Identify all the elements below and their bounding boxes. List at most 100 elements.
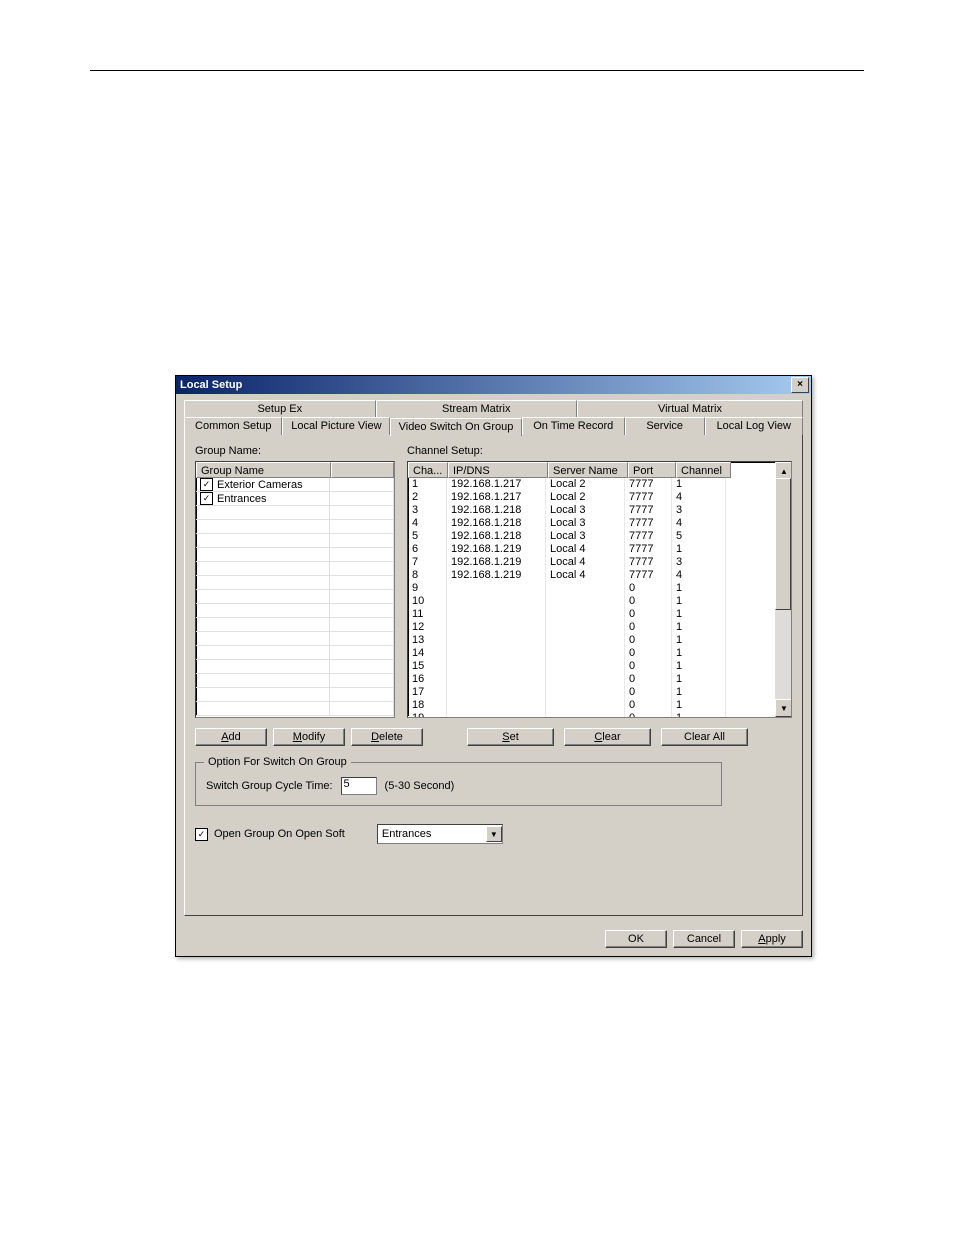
group-row[interactable]: [196, 590, 394, 604]
channel-row[interactable]: 1201: [408, 621, 775, 634]
scroll-down-icon[interactable]: ▼: [775, 699, 792, 717]
group-row[interactable]: [196, 646, 394, 660]
scroll-thumb[interactable]: [775, 478, 791, 610]
group-header-blank[interactable]: [331, 462, 394, 478]
group-row[interactable]: [196, 618, 394, 632]
chevron-down-icon[interactable]: ▼: [486, 826, 502, 842]
channel-row[interactable]: 8192.168.1.219Local 477774: [408, 569, 775, 582]
channel-row[interactable]: 3192.168.1.218Local 377773: [408, 504, 775, 517]
cell-chan: 4: [672, 491, 726, 504]
cell-port: 7777: [625, 543, 672, 556]
group-row[interactable]: [196, 604, 394, 618]
channel-row[interactable]: 1001: [408, 595, 775, 608]
channel-row[interactable]: 1701: [408, 686, 775, 699]
tab-local-log-view[interactable]: Local Log View: [705, 417, 803, 435]
cell-ip: [447, 660, 546, 673]
group-row[interactable]: [196, 632, 394, 646]
group-cell-blank: [330, 590, 394, 604]
channel-row[interactable]: 1301: [408, 634, 775, 647]
cell-ip: [447, 699, 546, 712]
apply-button[interactable]: Apply: [741, 930, 803, 948]
set-button[interactable]: Set: [467, 728, 554, 746]
channel-row[interactable]: 1101: [408, 608, 775, 621]
col-port[interactable]: Port: [628, 462, 676, 478]
group-row[interactable]: [196, 660, 394, 674]
cell-chan: 1: [672, 647, 726, 660]
cell-port: 7777: [625, 491, 672, 504]
group-cell-name: [196, 660, 330, 674]
group-row[interactable]: [196, 548, 394, 562]
cell-ip: 192.168.1.217: [447, 478, 546, 491]
tab-local-picture-view[interactable]: Local Picture View: [282, 417, 390, 435]
group-row[interactable]: [196, 562, 394, 576]
cell-chan: 1: [672, 634, 726, 647]
close-icon[interactable]: ×: [791, 377, 809, 393]
clear-button[interactable]: Clear: [564, 728, 651, 746]
tab-video-switch-on-group[interactable]: Video Switch On Group: [390, 418, 521, 436]
tab-common-setup[interactable]: Common Setup: [184, 417, 282, 435]
tab-on-time-record[interactable]: On Time Record: [522, 417, 625, 435]
channel-row[interactable]: 4192.168.1.218Local 377774: [408, 517, 775, 530]
group-cell-blank: [330, 688, 394, 702]
channel-row[interactable]: 1601: [408, 673, 775, 686]
cell-port: 7777: [625, 530, 672, 543]
cell-chan: 1: [672, 699, 726, 712]
channel-row[interactable]: 5192.168.1.218Local 377775: [408, 530, 775, 543]
tab-setup-ex[interactable]: Setup Ex: [184, 400, 376, 417]
group-header-name[interactable]: Group Name: [196, 462, 331, 478]
cell-port: 0: [625, 699, 672, 712]
tab-stream-matrix[interactable]: Stream Matrix: [376, 400, 577, 417]
group-row[interactable]: [196, 576, 394, 590]
group-cell-name: [196, 548, 330, 562]
channel-row[interactable]: 1901: [408, 712, 775, 718]
channel-row[interactable]: 1401: [408, 647, 775, 660]
group-row[interactable]: [196, 506, 394, 520]
tab-virtual-matrix[interactable]: Virtual Matrix: [577, 400, 803, 417]
channel-row[interactable]: 1801: [408, 699, 775, 712]
col-cha[interactable]: Cha...: [408, 462, 448, 478]
open-group-select[interactable]: Entrances ▼: [377, 824, 503, 844]
group-cell-blank: [330, 576, 394, 590]
cell-cha: 13: [408, 634, 447, 647]
cycle-time-input[interactable]: 5: [341, 777, 377, 795]
group-row[interactable]: [196, 534, 394, 548]
group-name-list[interactable]: Group Name ✓Exterior Cameras ✓Entrances: [195, 461, 395, 718]
channel-row[interactable]: 1501: [408, 660, 775, 673]
group-row[interactable]: ✓Entrances: [196, 492, 394, 506]
col-ipdns[interactable]: IP/DNS: [448, 462, 548, 478]
group-row[interactable]: [196, 674, 394, 688]
channel-row[interactable]: 1192.168.1.217Local 277771: [408, 478, 775, 491]
page-divider: [90, 70, 864, 71]
channel-table[interactable]: Cha... IP/DNS Server Name Port Channel 1…: [407, 461, 792, 718]
cell-port: 0: [625, 621, 672, 634]
channel-row[interactable]: 6192.168.1.219Local 477771: [408, 543, 775, 556]
cell-port: 0: [625, 647, 672, 660]
channel-row[interactable]: 901: [408, 582, 775, 595]
group-checkbox[interactable]: ✓: [200, 492, 213, 505]
group-cell-blank: [330, 604, 394, 618]
channel-row[interactable]: 2192.168.1.217Local 277774: [408, 491, 775, 504]
group-row[interactable]: ✓Exterior Cameras: [196, 478, 394, 492]
modify-button[interactable]: Modify: [273, 728, 345, 746]
add-button[interactable]: Add: [195, 728, 267, 746]
tab-service[interactable]: Service: [625, 417, 705, 435]
ok-button[interactable]: OK: [605, 930, 667, 948]
cell-chan: 5: [672, 530, 726, 543]
col-channel[interactable]: Channel: [676, 462, 731, 478]
group-cell-name: [196, 688, 330, 702]
cell-srv: [546, 699, 625, 712]
group-cell-blank: [330, 478, 394, 492]
clear-all-button[interactable]: Clear All: [661, 728, 748, 746]
group-row[interactable]: [196, 702, 394, 716]
cell-chan: 4: [672, 569, 726, 582]
cancel-button[interactable]: Cancel: [673, 930, 735, 948]
open-group-checkbox[interactable]: ✓: [195, 828, 208, 841]
group-checkbox[interactable]: ✓: [200, 478, 213, 491]
cell-cha: 3: [408, 504, 447, 517]
scrollbar[interactable]: ▲ ▼: [775, 462, 791, 717]
channel-row[interactable]: 7192.168.1.219Local 477773: [408, 556, 775, 569]
group-row[interactable]: [196, 688, 394, 702]
col-server[interactable]: Server Name: [548, 462, 628, 478]
group-row[interactable]: [196, 520, 394, 534]
cell-cha: 15: [408, 660, 447, 673]
